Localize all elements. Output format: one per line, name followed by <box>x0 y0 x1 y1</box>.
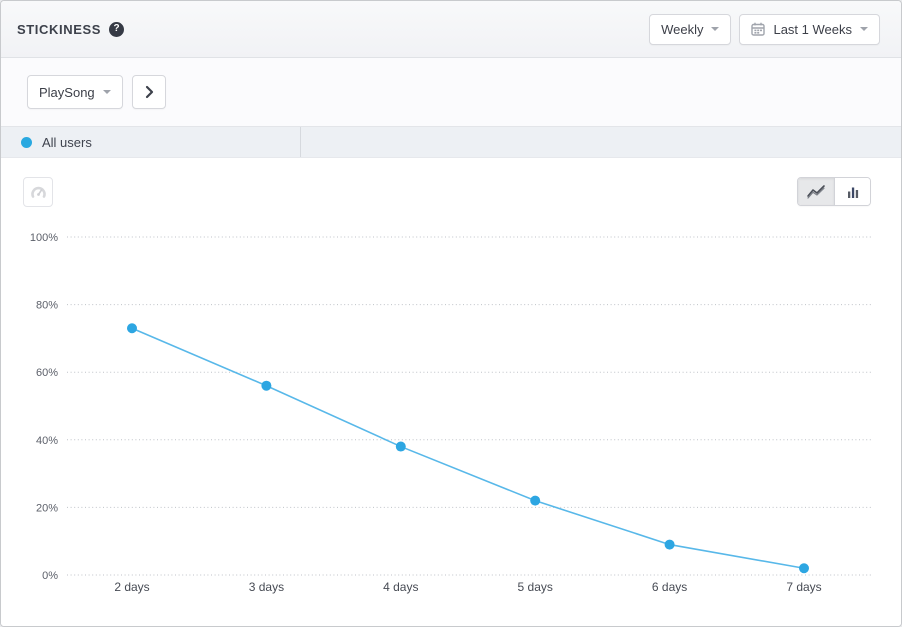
date-range-label: Last 1 Weeks <box>773 22 852 37</box>
calendar-icon <box>751 22 765 36</box>
bar-chart-icon <box>845 185 861 199</box>
y-axis-tick-label: 60% <box>36 367 58 379</box>
y-axis-tick-label: 0% <box>42 570 58 582</box>
data-point[interactable] <box>665 540 675 550</box>
legend-row: All users <box>1 127 901 158</box>
header-title-group: STICKINESS ? <box>17 22 124 37</box>
y-axis-tick-label: 80% <box>36 300 58 312</box>
add-step-button[interactable] <box>132 75 166 109</box>
x-axis-tick-label: 5 days <box>518 580 553 594</box>
data-point[interactable] <box>530 496 540 506</box>
caret-down-icon <box>103 90 111 94</box>
stickiness-widget: STICKINESS ? Weekly L <box>0 0 902 627</box>
data-point[interactable] <box>799 563 809 573</box>
widget-header: STICKINESS ? Weekly L <box>1 1 901 58</box>
y-axis-tick-label: 40% <box>36 435 58 447</box>
chart-type-toggle <box>797 177 871 206</box>
x-axis-tick-label: 2 days <box>114 580 149 594</box>
legend-row-spacer <box>301 127 901 157</box>
chevron-right-icon <box>141 84 157 100</box>
chart-options-button[interactable] <box>23 177 53 207</box>
stickiness-line-chart: 0% 20% 40% 60% 80% 100% 2 days 3 days 4 days 5 da… <box>1 158 901 626</box>
granularity-dropdown[interactable]: Weekly <box>649 14 731 45</box>
granularity-label: Weekly <box>661 22 703 37</box>
page-title: STICKINESS <box>17 22 101 37</box>
bar-chart-toggle-button[interactable] <box>834 178 870 205</box>
line-chart-toggle-button[interactable] <box>798 178 834 205</box>
x-axis-tick-label: 3 days <box>249 580 284 594</box>
chart-area: 0% 20% 40% 60% 80% 100% 2 days 3 days 4 days 5 da… <box>1 158 901 626</box>
series-color-dot <box>21 137 32 148</box>
event-dropdown[interactable]: PlaySong <box>27 75 123 109</box>
data-point[interactable] <box>261 381 271 391</box>
date-range-dropdown[interactable]: Last 1 Weeks <box>739 14 880 45</box>
data-point[interactable] <box>396 442 406 452</box>
data-point[interactable] <box>127 323 137 333</box>
x-axis-tick-label: 4 days <box>383 580 418 594</box>
gauge-icon <box>30 184 47 201</box>
caret-down-icon <box>860 27 868 31</box>
y-axis-tick-label: 20% <box>36 502 58 514</box>
event-label: PlaySong <box>39 85 95 100</box>
legend-item-label: All users <box>42 135 92 150</box>
y-axis-tick-label: 100% <box>30 232 58 244</box>
x-axis-tick-label: 6 days <box>652 580 687 594</box>
header-controls: Weekly Last 1 Weeks <box>649 14 880 45</box>
series-line <box>132 328 804 568</box>
line-chart-icon <box>806 184 826 200</box>
caret-down-icon <box>711 27 719 31</box>
x-axis-tick-label: 7 days <box>786 580 821 594</box>
legend-item-all-users[interactable]: All users <box>1 127 301 157</box>
event-selector-row: PlaySong <box>1 58 901 127</box>
help-icon[interactable]: ? <box>109 22 124 37</box>
